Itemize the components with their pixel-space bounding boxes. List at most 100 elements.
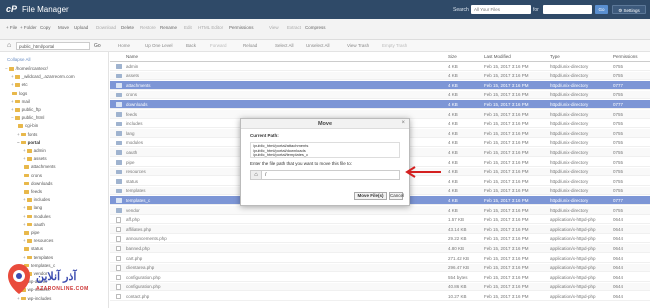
table-row[interactable]: vendor 4 KB Feb 15, 2017 3:16 PM httpd/unix…	[110, 206, 650, 215]
folder-icon	[116, 140, 122, 146]
nav-up-one-level-button[interactable]: Up One Level	[145, 43, 173, 48]
table-row[interactable]: contact.php 10.27 KB Feb 15, 2017 3:16 PM a…	[110, 292, 650, 301]
tree-item[interactable]: + resources	[23, 237, 53, 244]
expand-toggle-icon[interactable]: +	[23, 156, 26, 161]
column-type[interactable]: Type	[550, 54, 560, 59]
nav-forward-button[interactable]: Forward	[210, 43, 227, 48]
table-row[interactable]: clientarea.php 296.47 KB Feb 15, 2017 3:16…	[110, 263, 650, 273]
tree-item[interactable]: + lang	[23, 204, 42, 211]
search-input[interactable]	[543, 5, 592, 14]
tree-item[interactable]: cgi-bin	[17, 122, 38, 129]
column-name[interactable]: Name	[126, 54, 138, 59]
search-go-button[interactable]: Go	[595, 5, 608, 14]
tree-item[interactable]: crons	[23, 172, 42, 179]
toolbar-restore-button[interactable]: Restore	[140, 25, 156, 30]
expand-toggle-icon[interactable]: −	[11, 115, 14, 120]
table-row[interactable]: cart.php 271.42 KB Feb 15, 2017 3:16 PM app…	[110, 254, 650, 263]
nav-select-all-button[interactable]: Select All	[275, 43, 294, 48]
table-row[interactable]: crons 4 KB Feb 15, 2017 3:16 PM httpd/unix-…	[110, 90, 650, 100]
expand-toggle-icon[interactable]: +	[11, 74, 14, 79]
expand-toggle-icon[interactable]: −	[17, 140, 20, 145]
expand-toggle-icon[interactable]: +	[11, 99, 14, 104]
nav-empty-trash-button[interactable]: Empty Trash	[382, 43, 407, 48]
toolbar-extract-button[interactable]: Extract	[287, 25, 301, 30]
tree-item[interactable]: − /home/ircantecr/	[5, 65, 48, 72]
destination-path-field[interactable]: ⌂ /	[250, 170, 400, 180]
tree-item[interactable]: + assets	[23, 155, 47, 162]
home-icon[interactable]: ⌂	[7, 42, 15, 50]
toolbar-folder-button[interactable]: + Folder	[20, 25, 37, 30]
expand-toggle-icon[interactable]: +	[11, 82, 14, 87]
expand-toggle-icon[interactable]: +	[23, 222, 26, 227]
tree-item[interactable]: attachments	[23, 163, 56, 170]
tree-item[interactable]: − public_html	[11, 114, 44, 121]
tree-item[interactable]: + modules	[23, 213, 51, 220]
toolbar-permissions-button[interactable]: Permissions	[229, 25, 254, 30]
nav-view-trash-button[interactable]: View Trash	[347, 43, 369, 48]
table-row[interactable]: assets 4 KB Feb 15, 2017 3:16 PM httpd/unix…	[110, 71, 650, 81]
tree-item[interactable]: − portal	[17, 139, 40, 146]
nav-back-button[interactable]: Back	[186, 43, 196, 48]
toolbar-edit-button[interactable]: Edit	[184, 25, 192, 30]
table-row[interactable]: configuration.php 554 bytes Feb 15, 2017 3…	[110, 273, 650, 282]
expand-toggle-icon[interactable]: +	[23, 205, 26, 210]
tree-item[interactable]: + includes	[23, 196, 50, 203]
nav-reload-button[interactable]: Reload	[243, 43, 257, 48]
table-row[interactable]: configuration.php 40.86 KB Feb 15, 2017 3:…	[110, 282, 650, 292]
tree-item[interactable]: + mail	[11, 98, 30, 105]
tree-item[interactable]: pipe	[23, 229, 40, 236]
nav-unselect-all-button[interactable]: Unselect All	[306, 43, 330, 48]
expand-toggle-icon[interactable]: +	[11, 107, 14, 112]
path-input[interactable]: public_html/portal	[16, 42, 90, 50]
toolbar-compress-button[interactable]: Compress	[305, 25, 326, 30]
path-go-button[interactable]: Go	[94, 43, 101, 49]
tree-item[interactable]: + etc	[11, 81, 28, 88]
toolbar-file-button[interactable]: + File	[6, 25, 17, 30]
table-row[interactable]: admin 4 KB Feb 15, 2017 3:16 PM httpd/unix-…	[110, 62, 650, 71]
column-size[interactable]: Size	[448, 54, 457, 59]
expand-toggle-icon[interactable]: +	[23, 238, 26, 243]
tree-item[interactable]: status	[23, 245, 43, 252]
tree-item[interactable]: + oauth	[23, 221, 45, 228]
collapse-all-link[interactable]: Collapse All	[7, 57, 31, 62]
table-row[interactable]: aff.php 1.57 KB Feb 15, 2017 3:16 PM applic…	[110, 216, 650, 225]
expand-toggle-icon[interactable]: +	[17, 132, 20, 137]
expand-toggle-icon[interactable]: +	[23, 214, 26, 219]
tree-item[interactable]: + admin	[23, 147, 46, 154]
cell-perm: 0755	[613, 178, 624, 184]
toolbar-view-button[interactable]: View	[269, 25, 279, 30]
expand-toggle-icon[interactable]: −	[5, 66, 8, 71]
toolbar-rename-button[interactable]: Rename	[160, 25, 177, 30]
table-row[interactable]: attachments 4 KB Feb 15, 2017 3:16 PM httpd…	[110, 81, 650, 90]
column-last-modified[interactable]: Last Modified	[484, 54, 511, 59]
table-row[interactable]: announcements.php 29.22 KB Feb 15, 2017 3:…	[110, 235, 650, 244]
settings-button[interactable]: ⚙ Settings	[612, 5, 646, 14]
tree-item[interactable]: + templates	[23, 254, 53, 261]
expand-toggle-icon[interactable]: +	[23, 255, 26, 260]
cell-type: application/x-httpd-php	[550, 236, 596, 242]
column-permissions[interactable]: Permissions	[613, 54, 638, 59]
table-row[interactable]: banned.php 4.80 KB Feb 15, 2017 3:16 PM app…	[110, 244, 650, 253]
tree-item[interactable]: feeds	[23, 188, 42, 195]
table-row[interactable]: downloads 4 KB Feb 15, 2017 3:16 PM httpd/u…	[110, 100, 650, 109]
toolbar-upload-button[interactable]: Upload	[74, 25, 88, 30]
toolbar-delete-button[interactable]: Delete	[121, 25, 134, 30]
toolbar-download-button[interactable]: Download	[96, 25, 116, 30]
tree-item[interactable]: + _wildcard_.azarreorm.com	[11, 73, 75, 80]
toolbar-move-button[interactable]: Move	[58, 25, 69, 30]
expand-toggle-icon[interactable]: +	[23, 197, 26, 202]
tree-item[interactable]: + public_ftp	[11, 106, 41, 113]
move-files-button[interactable]: Move File(s)	[354, 192, 387, 200]
cancel-button[interactable]: Cancel	[389, 192, 404, 200]
expand-toggle-icon[interactable]: +	[23, 148, 26, 153]
toolbar-html-editor-button[interactable]: HTML Editor	[198, 25, 223, 30]
table-row[interactable]: affiliates.php 43.14 KB Feb 15, 2017 3:16 …	[110, 225, 650, 234]
close-icon[interactable]: ×	[401, 120, 405, 126]
toolbar-copy-button[interactable]: Copy	[40, 25, 51, 30]
cell-name: pipe	[126, 159, 135, 165]
search-scope-select[interactable]: All Your Files	[471, 5, 531, 14]
tree-item[interactable]: + fonts	[17, 131, 37, 138]
tree-item[interactable]: downloads	[23, 180, 53, 187]
tree-item[interactable]: logs	[11, 90, 27, 97]
nav-home-button[interactable]: Home	[118, 43, 130, 48]
